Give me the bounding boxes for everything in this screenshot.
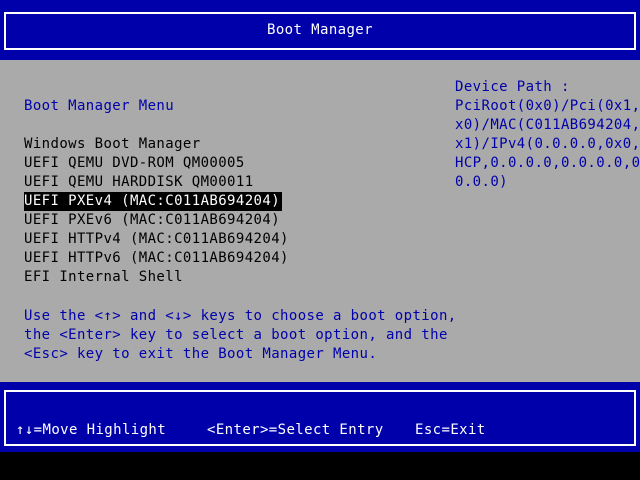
- device-path-line: x0)/MAC(C011AB694204,0: [455, 117, 640, 133]
- key-hint-bar: [0, 382, 640, 452]
- device-path-line: 0.0.0): [455, 174, 508, 190]
- help-line: <Esc> key to exit the Boot Manager Menu.: [24, 346, 378, 362]
- device-path-panel: Device Path : PciRoot(0x0)/Pci(0x1,0 x0)…: [455, 78, 640, 192]
- hint-exit: Esc=Exit: [415, 422, 486, 438]
- boot-entry-pxev6[interactable]: UEFI PXEv6 (MAC:C011AB694204): [24, 211, 280, 230]
- device-path-line: PciRoot(0x0)/Pci(0x1,0: [455, 98, 640, 114]
- boot-entry-httpv6[interactable]: UEFI HTTPv6 (MAC:C011AB694204): [24, 249, 289, 268]
- boot-entry-efi-shell[interactable]: EFI Internal Shell: [24, 268, 183, 287]
- menu-heading: Boot Manager Menu: [24, 98, 175, 114]
- hint-select-entry: <Enter>=Select Entry: [207, 422, 384, 438]
- boot-entry-qemu-dvd-rom[interactable]: UEFI QEMU DVD-ROM QM00005: [24, 154, 245, 173]
- device-path-line: HCP,0.0.0.0,0.0.0.0,0.: [455, 155, 640, 171]
- title-bar: Boot Manager: [0, 0, 640, 60]
- help-text: Use the <↑> and <↓> keys to choose a boo…: [24, 307, 457, 364]
- device-path-line: x1)/IPv4(0.0.0.0,0x0,D: [455, 136, 640, 152]
- hint-move-highlight: ↑↓=Move Highlight: [16, 422, 167, 438]
- boot-entry-qemu-harddisk[interactable]: UEFI QEMU HARDDISK QM00011: [24, 173, 254, 192]
- boot-entry-pxev4-selected[interactable]: UEFI PXEv4 (MAC:C011AB694204): [24, 192, 283, 211]
- help-line: Use the <↑> and <↓> keys to choose a boo…: [24, 308, 457, 324]
- help-line: the <Enter> key to select a boot option,…: [24, 327, 448, 343]
- boot-entry-httpv4[interactable]: UEFI HTTPv4 (MAC:C011AB694204): [24, 230, 289, 249]
- boot-entry-windows-boot-manager[interactable]: Windows Boot Manager: [24, 135, 201, 154]
- page-title: Boot Manager: [267, 22, 373, 38]
- device-path-label: Device Path :: [455, 79, 570, 95]
- boot-menu-panel: Boot Manager Menu Windows Boot Manager U…: [0, 60, 640, 382]
- bios-screen: Boot Manager Boot Manager Menu Windows B…: [0, 0, 640, 480]
